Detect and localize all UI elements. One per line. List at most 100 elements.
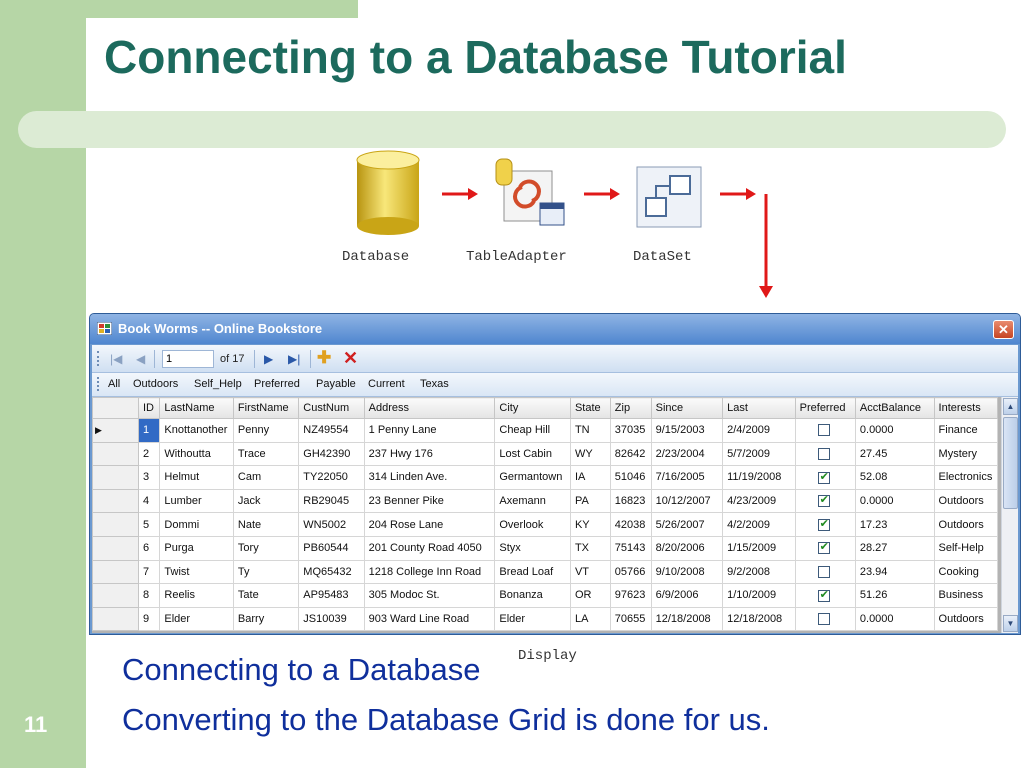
cell-balance[interactable]: 0.0000 [854, 606, 935, 632]
cell-last[interactable]: Knottanother [159, 418, 234, 443]
vertical-scrollbar[interactable]: ▲ ▼ [1001, 397, 1018, 633]
column-header[interactable]: City [494, 397, 571, 419]
cell-since[interactable]: 10/12/2007 [650, 488, 724, 514]
cell-balance[interactable]: 52.08 [854, 465, 935, 490]
cell-preferred[interactable] [794, 465, 856, 490]
cell-cust[interactable]: WN5002 [298, 512, 365, 537]
column-header[interactable]: State [569, 397, 611, 419]
cell-zip[interactable]: 75143 [609, 535, 652, 561]
cell-zip[interactable]: 16823 [609, 488, 652, 514]
row-header[interactable]: ▶ [92, 418, 139, 443]
column-header[interactable]: Preferred [794, 397, 856, 419]
cell-address[interactable]: 903 Ward Line Road [363, 606, 496, 632]
preferred-checkbox[interactable] [817, 517, 830, 531]
cell-address[interactable]: 23 Benner Pike [363, 488, 496, 514]
cell-preferred[interactable] [794, 441, 856, 467]
cell-city[interactable]: Overlook [494, 512, 571, 537]
cell-last[interactable]: Dommi [159, 512, 234, 537]
column-header[interactable]: Last [722, 397, 796, 419]
cell-first[interactable]: Trace [232, 441, 300, 467]
table-row[interactable]: 9 Elder Barry JS10039 903 Ward Line Road Elde… [92, 606, 999, 632]
cell-balance[interactable]: 27.45 [854, 441, 935, 467]
cell-zip[interactable]: 51046 [609, 465, 652, 490]
row-header[interactable] [92, 606, 139, 632]
cell-last[interactable]: Lumber [159, 488, 234, 514]
preferred-checkbox[interactable] [817, 565, 830, 578]
move-previous-icon[interactable]: ◀ [136, 352, 145, 366]
window-titlebar[interactable]: Book Worms -- Online Bookstore ✕ [90, 314, 1020, 344]
cell-city[interactable]: Elder [494, 606, 571, 632]
cell-state[interactable]: VT [569, 559, 611, 585]
cell-id[interactable]: 7 [137, 559, 161, 585]
filter-self-help[interactable]: Self_Help [194, 378, 242, 390]
filter-texas[interactable]: Texas [420, 378, 449, 390]
cell-balance[interactable]: 23.94 [854, 559, 935, 585]
cell-lastdate[interactable]: 11/19/2008 [722, 465, 796, 490]
filter-current[interactable]: Current [368, 378, 405, 390]
cell-zip[interactable]: 05766 [609, 559, 652, 585]
scroll-thumb[interactable] [1003, 417, 1018, 509]
cell-id[interactable]: 2 [137, 441, 161, 467]
cell-balance[interactable]: 17.23 [854, 512, 935, 537]
cell-first[interactable]: Cam [232, 465, 300, 490]
preferred-checkbox[interactable] [817, 588, 830, 602]
table-row[interactable]: 5 Dommi Nate WN5002 204 Rose Lane Overlook KY 4… [92, 512, 999, 537]
cell-state[interactable]: TN [569, 418, 611, 443]
preferred-checkbox[interactable] [817, 424, 830, 437]
cell-first[interactable]: Tory [232, 535, 300, 561]
cell-interests[interactable]: Business [933, 583, 999, 608]
cell-since[interactable]: 2/23/2004 [650, 441, 724, 467]
preferred-checkbox[interactable] [817, 493, 830, 508]
column-header[interactable]: Zip [609, 397, 652, 419]
column-header[interactable]: Interests [933, 397, 999, 419]
cell-preferred[interactable] [794, 512, 856, 537]
cell-first[interactable]: Ty [232, 559, 300, 585]
cell-cust[interactable]: RB29045 [298, 488, 365, 514]
cell-address[interactable]: 237 Hwy 176 [363, 441, 496, 467]
cell-interests[interactable]: Mystery [933, 441, 999, 467]
table-row[interactable]: 2 Withoutta Trace GH42390 237 Hwy 176 Lost Ca… [92, 441, 999, 467]
cell-last[interactable]: Purga [159, 535, 234, 561]
cell-preferred[interactable] [794, 583, 856, 608]
cell-state[interactable]: IA [569, 465, 611, 490]
cell-address[interactable]: 1 Penny Lane [363, 418, 496, 443]
preferred-checkbox[interactable] [817, 540, 830, 555]
cell-state[interactable]: KY [569, 512, 611, 537]
column-header[interactable]: LastName [159, 397, 234, 419]
cell-preferred[interactable] [794, 418, 856, 443]
cell-id[interactable]: 3 [137, 465, 161, 490]
preferred-checkbox[interactable] [817, 447, 830, 460]
cell-first[interactable]: Nate [232, 512, 300, 537]
toolbar-grip[interactable] [97, 351, 100, 366]
cell-lastdate[interactable]: 4/2/2009 [722, 512, 796, 537]
cell-preferred[interactable] [794, 488, 856, 514]
cell-zip[interactable]: 97623 [609, 583, 652, 608]
column-header[interactable]: ID [137, 397, 161, 419]
row-header[interactable] [92, 488, 139, 514]
data-grid[interactable]: ID LastName FirstName CustNum Address Ci… [92, 397, 1018, 633]
column-header[interactable]: Since [650, 397, 724, 419]
row-header[interactable] [92, 559, 139, 585]
cell-state[interactable]: OR [569, 583, 611, 608]
cell-address[interactable]: 204 Rose Lane [363, 512, 496, 537]
cell-last[interactable]: Elder [159, 606, 234, 632]
cell-since[interactable]: 12/18/2008 [650, 606, 724, 632]
cell-id[interactable]: 6 [137, 535, 161, 561]
cell-zip[interactable]: 70655 [609, 606, 652, 632]
cell-zip[interactable]: 42038 [609, 512, 652, 537]
cell-since[interactable]: 7/16/2005 [650, 465, 724, 490]
cell-first[interactable]: Penny [232, 418, 300, 443]
cell-state[interactable]: LA [569, 606, 611, 632]
row-header[interactable] [92, 583, 139, 608]
position-input[interactable]: 1 [162, 350, 214, 368]
cell-id[interactable]: 5 [137, 512, 161, 537]
cell-address[interactable]: 314 Linden Ave. [363, 465, 496, 490]
column-header[interactable]: FirstName [232, 397, 300, 419]
cell-balance[interactable]: 0.0000 [854, 488, 935, 514]
scroll-down-icon[interactable]: ▼ [1003, 615, 1018, 632]
cell-id[interactable]: 4 [137, 488, 161, 514]
scroll-up-icon[interactable]: ▲ [1003, 398, 1018, 415]
cell-city[interactable]: Bread Loaf [494, 559, 571, 585]
table-row[interactable]: 7 Twist Ty MQ65432 1218 College Inn Road Brea… [92, 559, 999, 585]
delete-icon[interactable]: ✕ [343, 348, 358, 369]
